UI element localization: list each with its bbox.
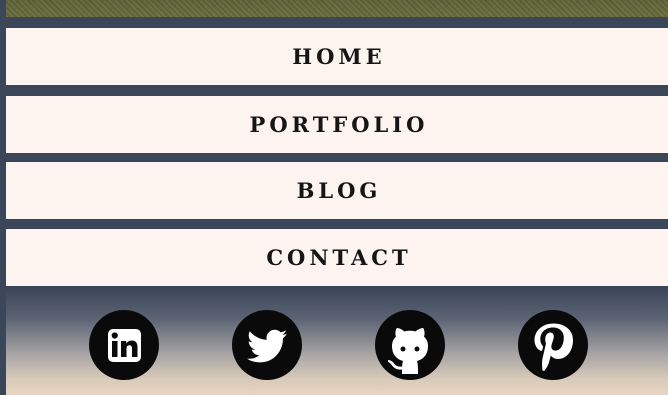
- linkedin-icon[interactable]: [89, 310, 159, 380]
- pinterest-icon[interactable]: [518, 310, 588, 380]
- header-band: [6, 0, 668, 17]
- twitter-icon[interactable]: [232, 310, 302, 380]
- nav-item-home[interactable]: HOME: [6, 28, 668, 85]
- nav-item-portfolio-label: PORTFOLIO: [249, 112, 429, 137]
- nav-item-contact-label: CONTACT: [266, 245, 412, 270]
- nav-item-contact[interactable]: CONTACT: [6, 229, 668, 286]
- nav-item-portfolio[interactable]: PORTFOLIO: [6, 96, 668, 153]
- github-icon[interactable]: [375, 310, 445, 380]
- nav-item-blog[interactable]: BLOG: [6, 162, 668, 219]
- nav-item-blog-label: BLOG: [296, 178, 382, 203]
- nav-item-home-label: HOME: [292, 44, 386, 69]
- social-footer: [6, 287, 668, 395]
